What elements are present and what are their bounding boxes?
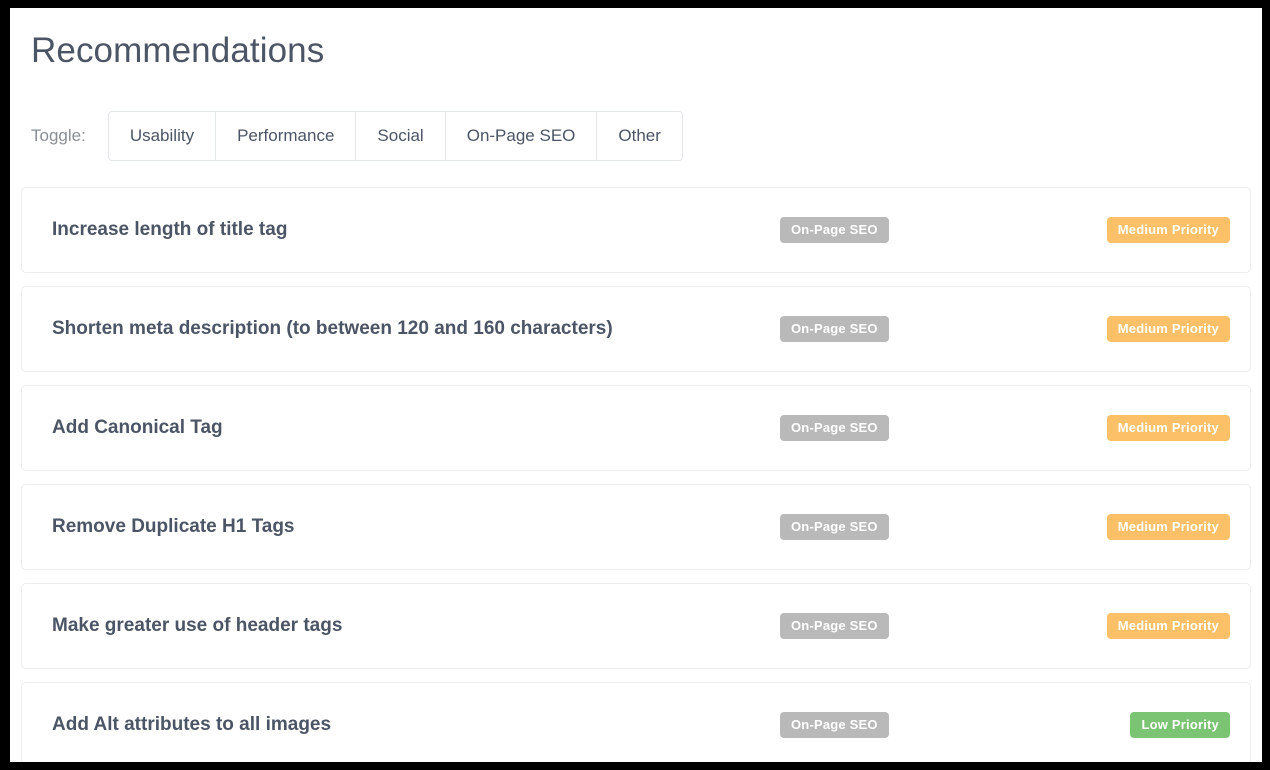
recommendations-panel: Recommendations Toggle: UsabilityPerform… — [10, 8, 1262, 762]
category-toggle-group: UsabilityPerformanceSocialOn-Page SEOOth… — [108, 111, 683, 162]
page-title: Recommendations — [10, 8, 1262, 71]
recommendation-priority-cell: Medium Priority — [1030, 514, 1250, 540]
toggle-button-performance[interactable]: Performance — [215, 112, 355, 161]
recommendation-title: Increase length of title tag — [22, 219, 780, 241]
recommendation-row[interactable]: Remove Duplicate H1 TagsOn-Page SEO Mediu… — [21, 484, 1251, 570]
category-badge: On-Page SEO — [780, 613, 889, 639]
recommendation-priority-cell: Medium Priority — [1030, 613, 1250, 639]
recommendation-priority-cell: Low Priority — [1030, 712, 1250, 738]
priority-badge: Medium Priority — [1107, 217, 1230, 243]
recommendation-row[interactable]: Add Alt attributes to all imagesOn-Page … — [21, 682, 1251, 762]
recommendation-row[interactable]: Make greater use of header tagsOn-Page S… — [21, 583, 1251, 669]
toggle-label: Toggle: — [31, 127, 86, 144]
recommendation-priority-cell: Medium Priority — [1030, 217, 1250, 243]
recommendations-list: Increase length of title tagOn-Page SEOM… — [10, 161, 1262, 762]
recommendation-title: Add Canonical Tag — [22, 417, 780, 439]
recommendation-category-cell: On-Page SEO — [780, 712, 1030, 738]
recommendation-row[interactable]: Increase length of title tagOn-Page SEO M… — [21, 187, 1251, 273]
recommendation-title: Shorten meta description (to between 120… — [22, 318, 780, 340]
recommendation-priority-cell: Medium Priority — [1030, 316, 1250, 342]
category-badge: On-Page SEO — [780, 415, 889, 441]
recommendation-category-cell: On-Page SEO — [780, 415, 1030, 441]
recommendation-row[interactable]: Add Canonical TagOn-Page SEO Medium Prior… — [21, 385, 1251, 471]
toggle-button-social[interactable]: Social — [355, 112, 444, 161]
recommendation-category-cell: On-Page SEO — [780, 217, 1030, 243]
priority-badge: Low Priority — [1130, 712, 1230, 738]
toggle-button-on-page-seo[interactable]: On-Page SEO — [445, 112, 597, 161]
recommendation-category-cell: On-Page SEO — [780, 514, 1030, 540]
category-badge: On-Page SEO — [780, 217, 889, 243]
category-badge: On-Page SEO — [780, 316, 889, 342]
priority-badge: Medium Priority — [1107, 613, 1230, 639]
priority-badge: Medium Priority — [1107, 514, 1230, 540]
toggle-button-usability[interactable]: Usability — [109, 112, 215, 161]
toggle-button-other[interactable]: Other — [596, 112, 682, 161]
recommendation-row[interactable]: Shorten meta description (to between 120… — [21, 286, 1251, 372]
priority-badge: Medium Priority — [1107, 415, 1230, 441]
recommendation-priority-cell: Medium Priority — [1030, 415, 1250, 441]
recommendation-category-cell: On-Page SEO — [780, 316, 1030, 342]
recommendation-title: Add Alt attributes to all images — [22, 714, 780, 736]
category-badge: On-Page SEO — [780, 514, 889, 540]
category-badge: On-Page SEO — [780, 712, 889, 738]
toggle-bar: Toggle: UsabilityPerformanceSocialOn-Pag… — [10, 71, 1262, 162]
recommendation-category-cell: On-Page SEO — [780, 613, 1030, 639]
priority-badge: Medium Priority — [1107, 316, 1230, 342]
recommendation-title: Remove Duplicate H1 Tags — [22, 516, 780, 538]
recommendation-title: Make greater use of header tags — [22, 615, 780, 637]
